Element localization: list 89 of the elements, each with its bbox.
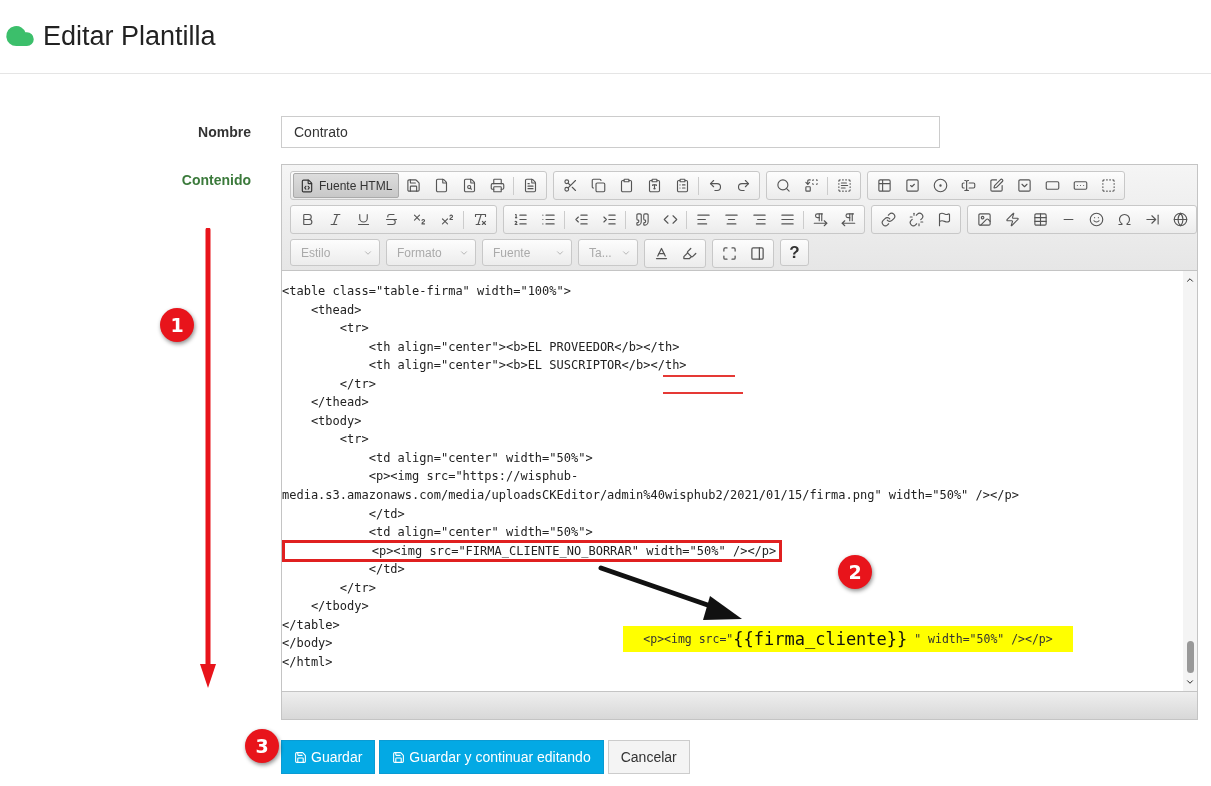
- copy-icon[interactable]: [590, 178, 606, 193]
- step-number: 1: [160, 308, 194, 342]
- table-icon[interactable]: [1032, 212, 1048, 227]
- scroll-thumb[interactable]: [1186, 641, 1194, 673]
- outdent-icon[interactable]: [573, 212, 589, 227]
- paste-text-icon[interactable]: [646, 178, 662, 193]
- help-button[interactable]: ?: [780, 239, 809, 266]
- radio-icon[interactable]: [932, 178, 948, 193]
- replace-icon[interactable]: [803, 178, 819, 193]
- unlink-icon[interactable]: [908, 212, 924, 227]
- bulleted-list-icon[interactable]: [540, 212, 556, 227]
- smiley-icon[interactable]: [1088, 212, 1104, 227]
- save-button[interactable]: Guardar: [281, 740, 376, 774]
- code-line: media.s3.amazonaws.com/media/uploadsCKEditor/admin%40wisphub2/2021/01/15/firma.png" width="50%" /></p>: [282, 488, 1019, 502]
- code-line: <table class="table-firma" width="100%">: [282, 284, 571, 298]
- subscript-icon[interactable]: [411, 212, 427, 227]
- underline-icon[interactable]: [355, 212, 371, 227]
- select-all-icon[interactable]: [836, 178, 852, 193]
- superscript-icon[interactable]: [439, 212, 455, 227]
- search-icon[interactable]: [775, 178, 791, 193]
- preview-icon[interactable]: [461, 178, 477, 193]
- format-dropdown[interactable]: Estilo: [290, 239, 380, 266]
- code-line: </td>: [367, 562, 405, 577]
- code-line: <td align="center" width="50%">: [367, 525, 593, 540]
- field-label: Contenido: [180, 171, 251, 188]
- align-center-icon[interactable]: [723, 212, 739, 227]
- name-field[interactable]: Contrato: [281, 116, 940, 148]
- align-right-icon[interactable]: [751, 212, 767, 227]
- italic-icon[interactable]: [327, 212, 343, 227]
- code-line: <tbody>: [309, 413, 362, 428]
- link-icon[interactable]: [880, 212, 896, 227]
- code-line: <tr>: [338, 432, 369, 447]
- redo-icon[interactable]: [735, 178, 751, 193]
- justify-icon[interactable]: [779, 212, 795, 227]
- background-color-icon[interactable]: [681, 246, 697, 261]
- strikethrough-icon[interactable]: [383, 212, 399, 227]
- format-dropdown[interactable]: Fuente: [482, 239, 572, 266]
- source-icon: [300, 178, 314, 193]
- align-left-icon[interactable]: [695, 212, 711, 227]
- code-line: </tbody>: [309, 599, 369, 614]
- code-line: </tr>: [338, 580, 376, 595]
- code-line: <thead>: [309, 302, 362, 317]
- cut-icon[interactable]: [562, 178, 578, 193]
- code-line: </html>: [282, 654, 333, 669]
- page-title: Editar Plantilla: [43, 20, 216, 52]
- code-line: <td align="center" width="50%">: [367, 450, 593, 465]
- code-line: <th align="center"><b>EL SUSCRIPTOR</b></th>: [367, 358, 687, 373]
- field-label: Nombre: [197, 123, 251, 140]
- special-character-icon[interactable]: [1116, 212, 1132, 227]
- code-line: <p><img src="https://wisphub-: [367, 469, 579, 484]
- checkbox-icon[interactable]: [904, 178, 920, 193]
- replacement-code: <p><img src="{{firma_cliente}} " width="50%" /></p>: [623, 626, 1073, 652]
- scrollbar[interactable]: [1183, 271, 1197, 691]
- new-page-icon[interactable]: [433, 178, 449, 193]
- button-icon[interactable]: [1044, 178, 1060, 193]
- textarea-icon[interactable]: [988, 178, 1004, 193]
- scroll-up-icon[interactable]: [1185, 275, 1195, 285]
- format-dropdown[interactable]: Ta...: [578, 239, 638, 266]
- maximize-icon[interactable]: [721, 246, 737, 261]
- template-icon[interactable]: [522, 178, 538, 193]
- source-button[interactable]: Fuente HTML: [293, 173, 400, 198]
- numbered-list-icon[interactable]: [512, 212, 528, 227]
- format-dropdown[interactable]: Formato: [386, 239, 476, 266]
- undo-icon[interactable]: [707, 178, 723, 193]
- quote-icon[interactable]: [634, 212, 650, 227]
- save-icon: [294, 750, 307, 764]
- code-line: </tr>: [338, 376, 376, 391]
- flash-icon[interactable]: [1004, 212, 1020, 227]
- code-line: </td>: [367, 506, 405, 521]
- code-line: </body>: [282, 636, 333, 651]
- cancel-button[interactable]: Cancelar: [607, 740, 690, 774]
- save-icon[interactable]: [405, 178, 421, 193]
- image-icon[interactable]: [976, 212, 992, 227]
- remove-format-icon[interactable]: [472, 212, 488, 227]
- step-number: 3: [245, 729, 279, 763]
- scroll-down-icon[interactable]: [1185, 677, 1195, 687]
- text-color-icon[interactable]: [653, 246, 669, 261]
- save-icon: [392, 750, 406, 764]
- underline-mark: [663, 375, 735, 377]
- print-icon[interactable]: [489, 178, 505, 193]
- select-icon[interactable]: [1016, 178, 1032, 193]
- text-field-icon[interactable]: [960, 178, 976, 193]
- code-line: <th align="center"><b>EL PROVEEDOR</b></th>: [367, 339, 680, 354]
- indent-icon[interactable]: [601, 212, 617, 227]
- save-button[interactable]: Guardar y continuar editando: [379, 740, 604, 774]
- paste-icon[interactable]: [618, 178, 634, 193]
- code-line: </thead>: [309, 395, 369, 410]
- code-line: </table>: [282, 617, 340, 632]
- code-line: <tr>: [338, 321, 369, 336]
